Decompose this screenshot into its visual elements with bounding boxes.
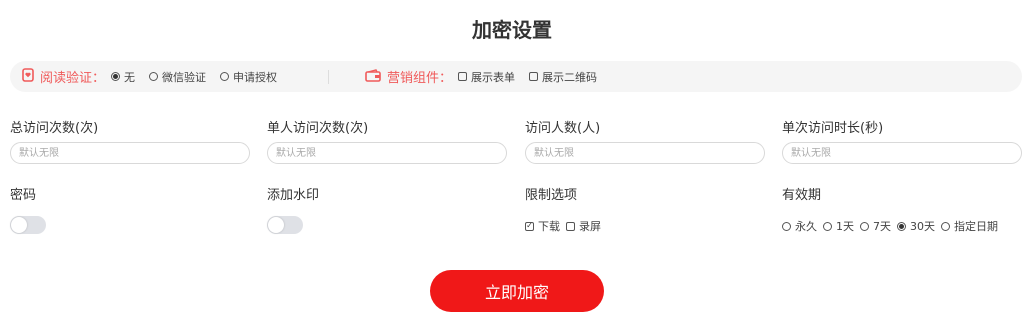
validity-option-30days[interactable]: 30天 <box>897 218 935 234</box>
page-title: 加密设置 <box>472 18 552 42</box>
option-label: 永久 <box>795 220 817 233</box>
read-verify-option-authorize[interactable]: 申请授权 <box>220 69 277 85</box>
checkbox-icon <box>529 72 539 81</box>
watermark-toggle[interactable] <box>267 216 303 234</box>
radio-icon <box>941 221 950 231</box>
encrypt-now-button[interactable]: 立即加密 <box>430 270 604 312</box>
password-toggle[interactable] <box>10 216 46 234</box>
radio-icon <box>149 72 159 81</box>
checkbox-icon <box>458 72 468 81</box>
marketing-option-form[interactable]: 展示表单 <box>458 69 515 85</box>
read-verify-label: 阅读验证： <box>40 71 106 86</box>
total-visits-input[interactable] <box>10 142 250 164</box>
limits-label: 限制选项 <box>525 188 578 203</box>
limit-option-screen-record[interactable]: 录屏 <box>566 218 601 234</box>
visit-duration-input[interactable] <box>782 142 1022 164</box>
validity-options: 永久 1天 7天 30天 指定日期 <box>782 218 1004 234</box>
visit-duration-label: 单次访问时长(秒) <box>782 121 884 136</box>
settings-bar: 阅读验证： 无 微信验证 申请授权 营销组件： 展示表单 展示二维码 <box>10 61 1022 92</box>
option-label: 展示表单 <box>471 70 516 84</box>
option-label: 30天 <box>910 220 935 233</box>
checkbox-icon <box>566 221 575 231</box>
option-label: 申请授权 <box>233 70 278 84</box>
total-visits-label: 总访问次数(次) <box>10 121 99 136</box>
visitor-count-input[interactable] <box>525 142 765 164</box>
option-label: 指定日期 <box>954 220 998 233</box>
validity-label: 有效期 <box>782 188 822 203</box>
radio-icon <box>220 72 230 81</box>
marketing-option-qrcode[interactable]: 展示二维码 <box>529 69 597 85</box>
radio-icon <box>823 221 832 231</box>
password-label: 密码 <box>10 188 37 203</box>
validity-option-1day[interactable]: 1天 <box>823 218 854 234</box>
limit-option-download[interactable]: 下载 <box>525 218 560 234</box>
validity-option-custom-date[interactable]: 指定日期 <box>941 218 998 234</box>
option-label: 1天 <box>836 220 854 233</box>
divider <box>328 70 329 84</box>
radio-icon <box>782 221 791 231</box>
validity-option-7days[interactable]: 7天 <box>860 218 891 234</box>
marketing-group: 营销组件： 展示表单 展示二维码 <box>365 67 611 86</box>
per-user-visits-label: 单人访问次数(次) <box>267 121 369 136</box>
wallet-icon <box>365 68 381 85</box>
marketing-label: 营销组件： <box>387 71 453 86</box>
visitor-count-label: 访问人数(人) <box>525 121 601 136</box>
option-label: 下载 <box>538 220 560 233</box>
radio-selected-icon <box>111 72 121 81</box>
option-label: 微信验证 <box>162 70 207 84</box>
option-label: 录屏 <box>579 220 601 233</box>
option-label: 展示二维码 <box>542 70 598 84</box>
phone-heart-icon <box>22 68 34 85</box>
option-label: 7天 <box>873 220 891 233</box>
radio-selected-icon <box>897 221 906 231</box>
limits-options: 下载 录屏 <box>525 218 607 234</box>
read-verify-option-none[interactable]: 无 <box>111 69 135 85</box>
validity-option-permanent[interactable]: 永久 <box>782 218 817 234</box>
per-user-visits-input[interactable] <box>267 142 507 164</box>
watermark-label: 添加水印 <box>267 188 320 203</box>
read-verify-group: 阅读验证： 无 微信验证 申请授权 <box>22 67 291 86</box>
radio-icon <box>860 221 869 231</box>
read-verify-option-wechat[interactable]: 微信验证 <box>149 69 206 85</box>
checkbox-checked-icon <box>525 221 534 231</box>
option-label: 无 <box>124 70 136 84</box>
